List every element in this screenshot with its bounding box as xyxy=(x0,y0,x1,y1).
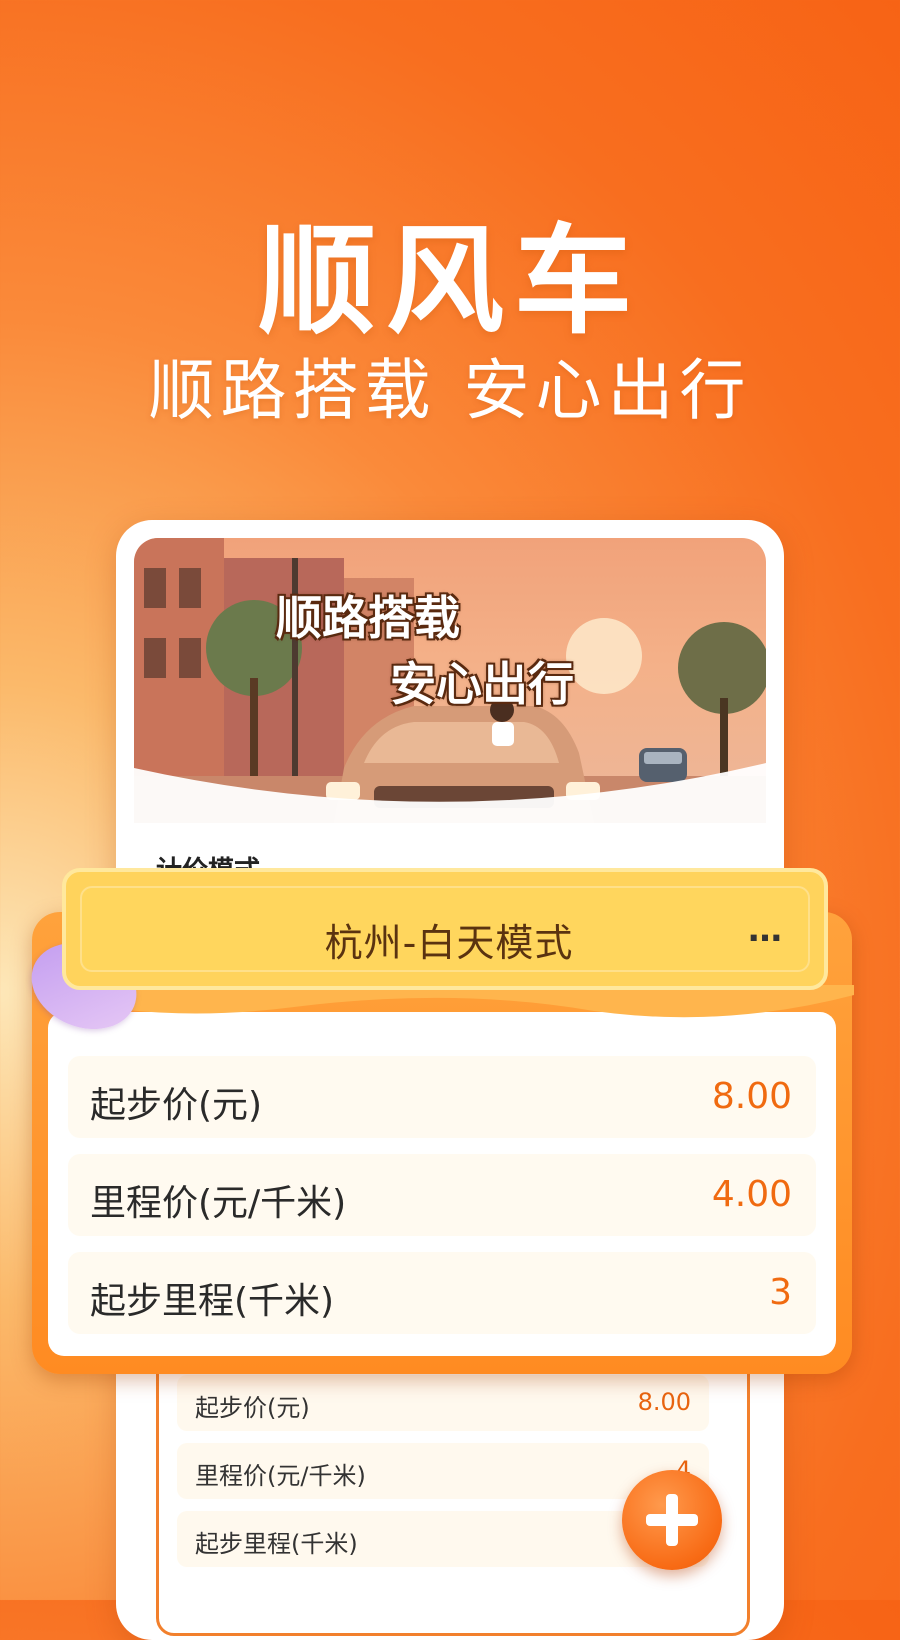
banner-headline-line2: 安心出行 xyxy=(390,657,574,711)
list-item: 起步价(元) 8.00 xyxy=(177,1375,709,1431)
row-label: 起步价(元) xyxy=(90,1085,263,1126)
banner-image: 顺路搭载 安心出行 xyxy=(134,538,766,823)
popup-wave-divider xyxy=(34,985,854,1018)
add-button[interactable] xyxy=(622,1470,722,1570)
row-label: 里程价(元/千米) xyxy=(195,1462,366,1490)
hero-title: 顺风车 xyxy=(257,212,642,350)
row-value: 8.00 xyxy=(711,1076,792,1117)
hero-subtitle: 顺路搭载 安心出行 xyxy=(148,352,752,429)
row-label: 起步里程(千米) xyxy=(195,1530,358,1558)
row-label: 起步里程(千米) xyxy=(90,1281,335,1322)
row-label: 起步价(元) xyxy=(195,1394,310,1422)
price-row-base-fare: 起步价(元) 8.00 xyxy=(68,1056,816,1138)
price-row-base-distance: 起步里程(千米) 3 xyxy=(68,1252,816,1334)
row-value: 8.00 xyxy=(637,1388,691,1416)
pricing-mode-selector[interactable]: 杭州-白天模式 … xyxy=(62,868,828,990)
list-item: 里程价(元/千米) 4 xyxy=(177,1443,709,1499)
more-icon[interactable]: … xyxy=(748,910,784,950)
row-value: 4.00 xyxy=(711,1174,792,1215)
pricing-mode-title: 杭州-白天模式 xyxy=(324,921,574,965)
price-row-per-km: 里程价(元/千米) 4.00 xyxy=(68,1154,816,1236)
row-value: 3 xyxy=(769,1272,792,1313)
banner-headline-line1: 顺路搭载 xyxy=(276,591,460,645)
row-label: 里程价(元/千米) xyxy=(90,1183,347,1224)
